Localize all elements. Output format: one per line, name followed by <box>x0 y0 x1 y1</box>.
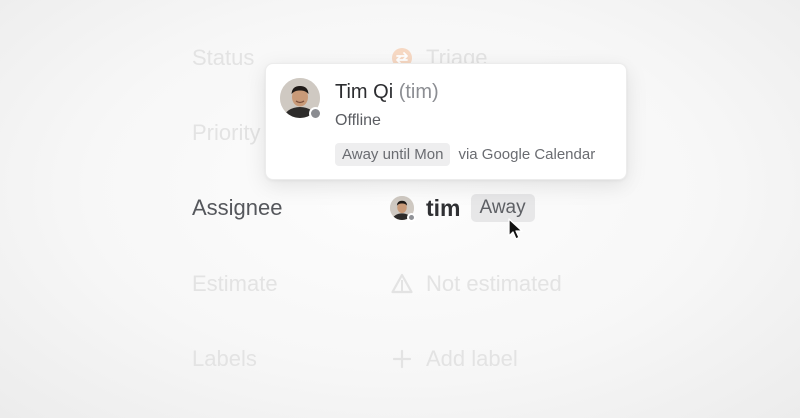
estimate-text: Not estimated <box>426 271 562 296</box>
warning-triangle-icon <box>390 272 414 296</box>
mouse-pointer-icon <box>508 218 523 240</box>
estimate-row: Estimate Not estimated <box>0 254 800 314</box>
status-label: Status <box>192 45 255 70</box>
offline-indicator <box>407 213 416 222</box>
assignee-label: Assignee <box>192 195 283 220</box>
add-label-text: Add label <box>426 346 518 371</box>
user-handle: (tim) <box>398 81 439 103</box>
offline-indicator <box>309 107 322 120</box>
labels-row: Labels Add label <box>0 329 800 389</box>
estimate-value[interactable]: Not estimated <box>390 271 562 297</box>
priority-label: Priority <box>192 120 261 145</box>
user-name-text: Tim Qi <box>335 81 394 103</box>
add-label-button[interactable]: Add label <box>390 346 518 372</box>
estimate-label: Estimate <box>192 271 278 296</box>
away-badge[interactable]: Away <box>470 194 535 222</box>
user-hover-card: Tim Qi (tim) Offline Away until Mon via … <box>265 63 627 180</box>
assignee-username: tim <box>426 194 461 221</box>
avatar <box>280 78 322 120</box>
away-until-chip: Away until Mon <box>335 143 451 166</box>
plus-icon <box>390 347 414 371</box>
user-full-name: Tim Qi (tim) <box>335 81 439 104</box>
user-status: Offline <box>335 112 381 129</box>
availability-footer: Away until Mon via Google Calendar <box>335 143 595 166</box>
labels-label: Labels <box>192 346 257 371</box>
assignee-row: Assignee tim Away <box>0 178 800 238</box>
calendar-source: via Google Calendar <box>458 146 596 163</box>
avatar <box>390 196 416 222</box>
